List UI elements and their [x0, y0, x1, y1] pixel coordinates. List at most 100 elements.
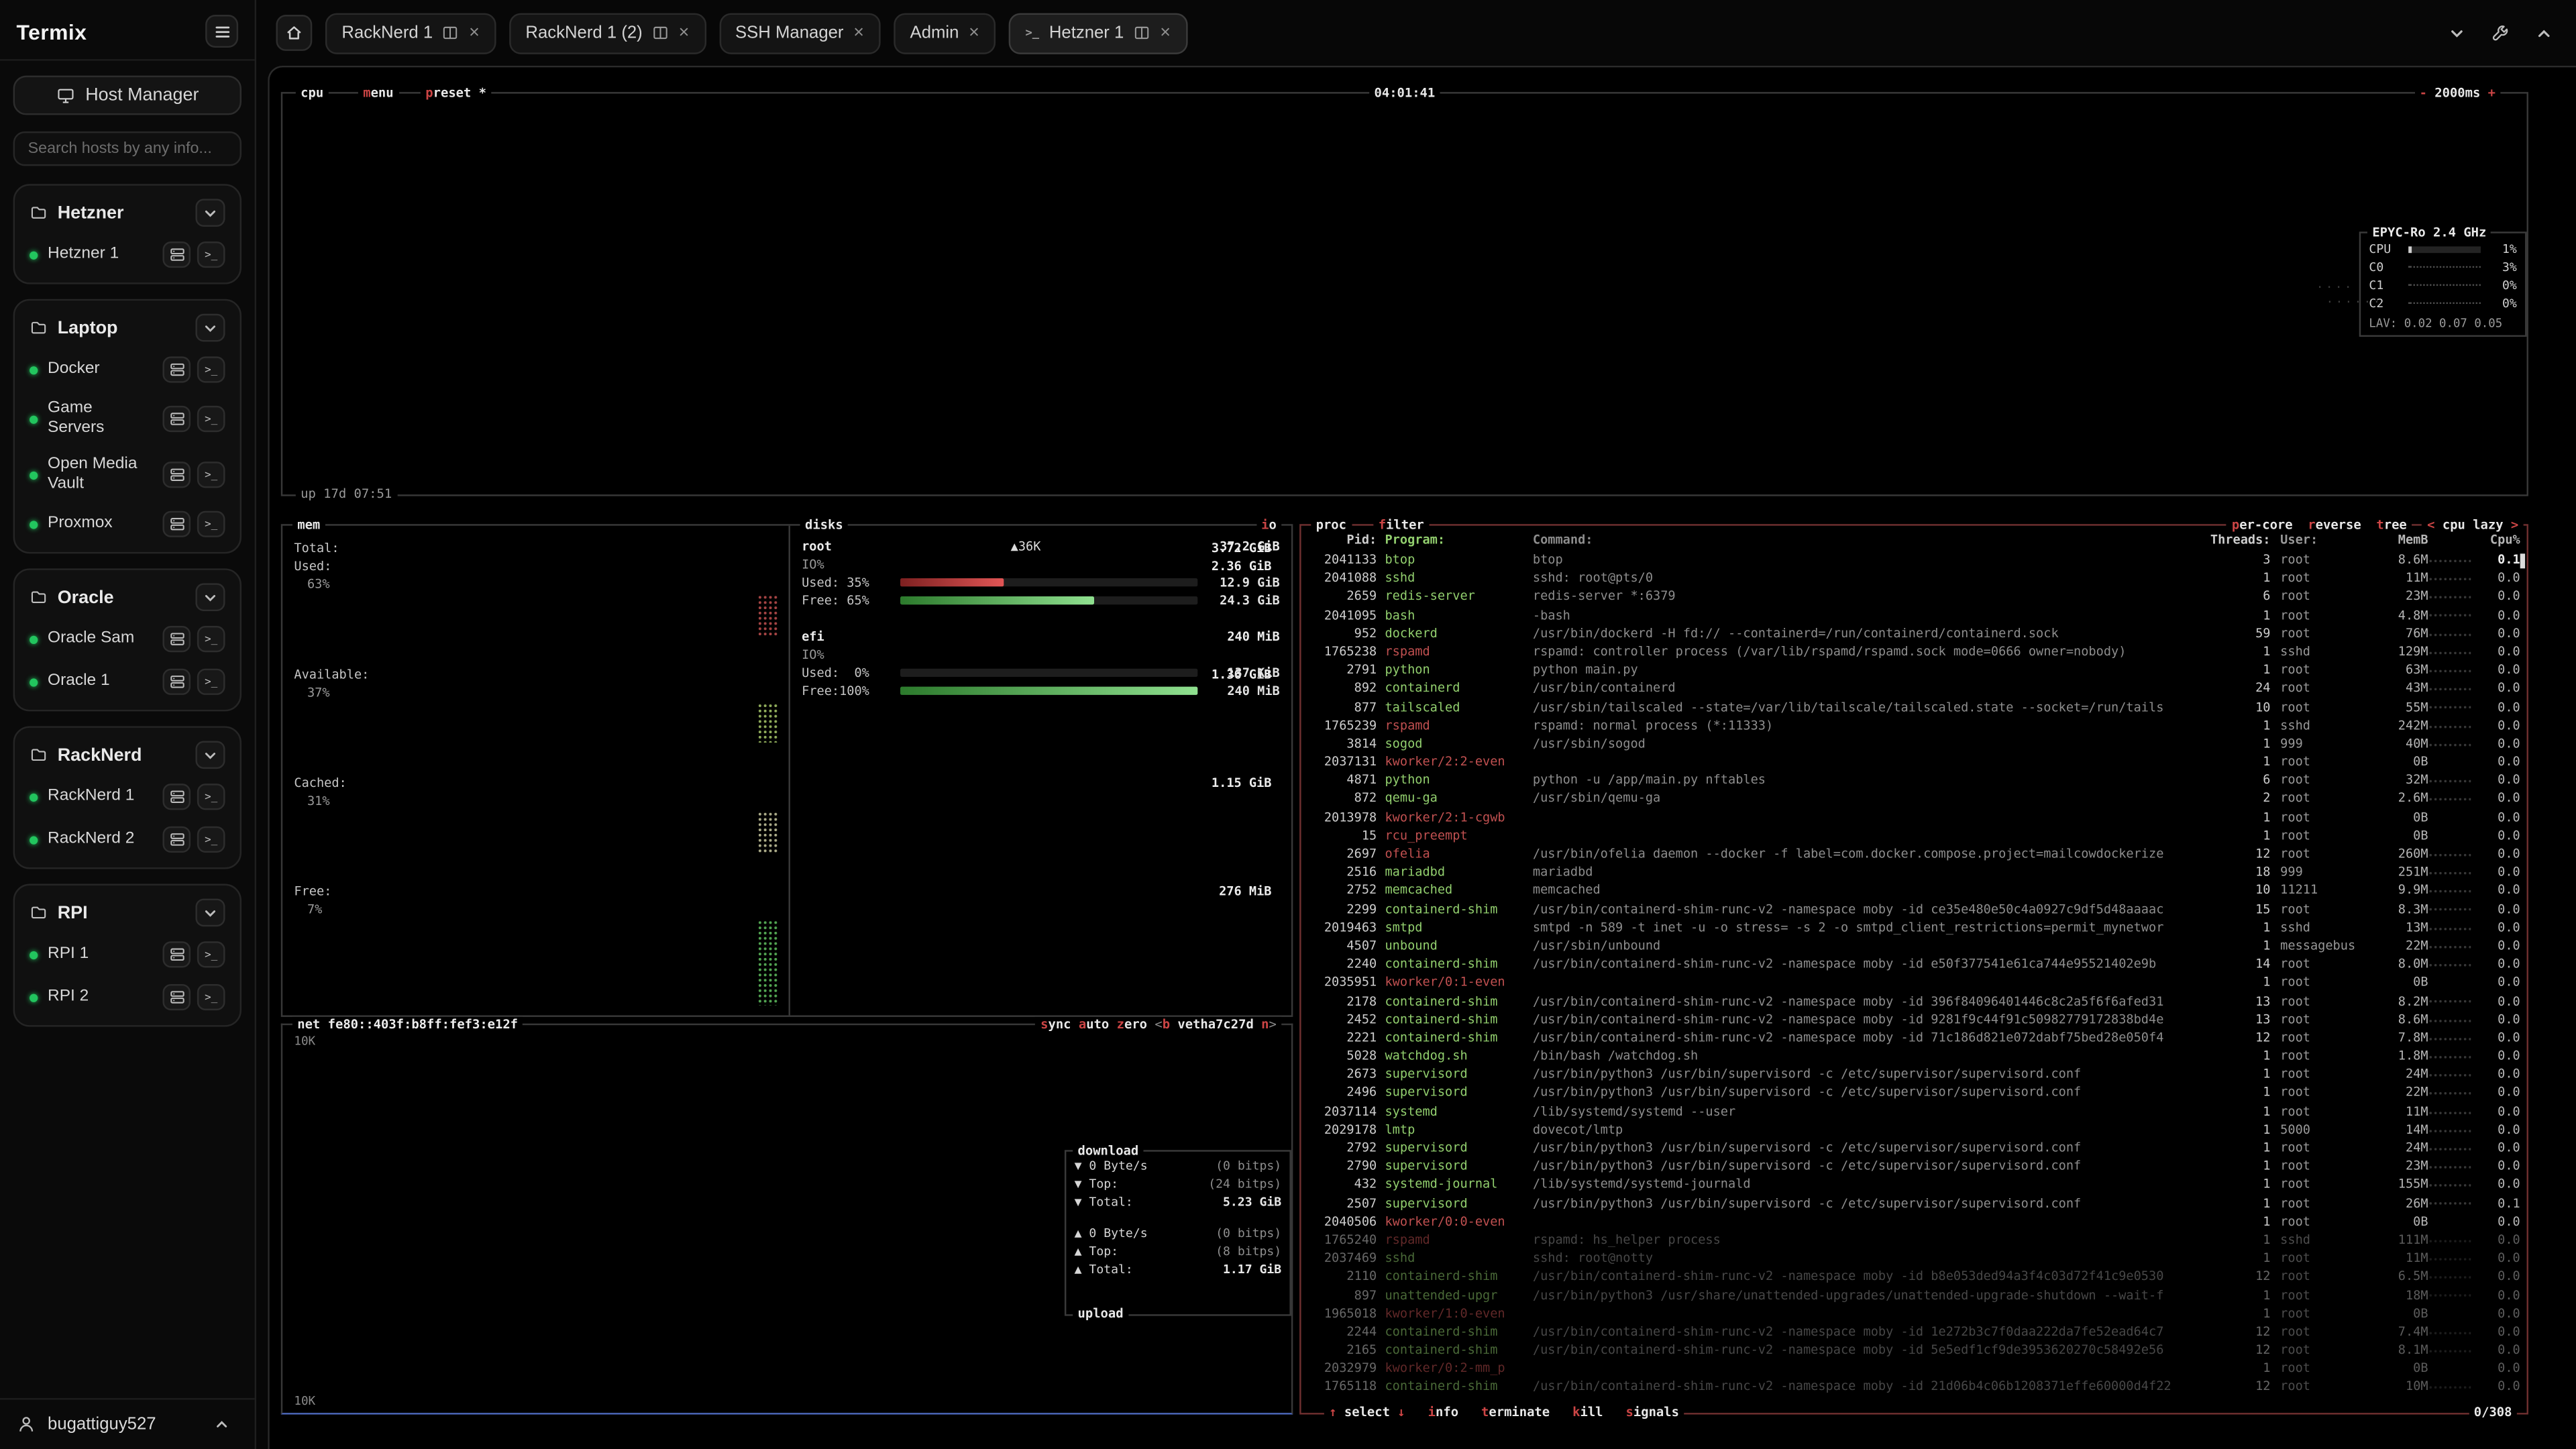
- process-row[interactable]: 2040506kworker/0:0-even1root0B0.0: [1307, 1212, 2520, 1230]
- tab-racknerd-1-2-[interactable]: RackNerd 1 (2)×: [509, 12, 706, 53]
- proc-col-header[interactable]: MemB: [2366, 531, 2428, 549]
- host-manager-button[interactable]: Host Manager: [13, 76, 241, 115]
- process-row[interactable]: 4871pythonpython -u /app/main.py nftable…: [1307, 771, 2520, 789]
- host-connect-button[interactable]: [162, 241, 191, 268]
- host-terminal-button[interactable]: >_: [197, 669, 225, 695]
- process-row[interactable]: 2041133btopbtop3root8.6M0.1: [1307, 550, 2520, 568]
- preset-button[interactable]: preset *: [421, 85, 491, 101]
- process-row[interactable]: 2244containerd-shim/usr/bin/containerd-s…: [1307, 1322, 2520, 1340]
- process-row[interactable]: 892containerd/usr/bin/containerd24root43…: [1307, 679, 2520, 697]
- proc-col-header[interactable]: Command:: [1533, 531, 2205, 549]
- process-row[interactable]: 2507supervisord/usr/bin/python3 /usr/bin…: [1307, 1193, 2520, 1212]
- host-connect-button[interactable]: [162, 784, 191, 810]
- split-icon[interactable]: [652, 25, 668, 41]
- group-collapse-button[interactable]: [195, 899, 225, 927]
- process-row[interactable]: 4507unbound/usr/sbin/unbound1messagebus2…: [1307, 936, 2520, 955]
- host-item[interactable]: RPI 2>_: [21, 976, 233, 1019]
- proc-col-header[interactable]: Cpu%: [2471, 531, 2520, 549]
- process-row[interactable]: 2752memcachedmemcached10112119.9M0.0: [1307, 881, 2520, 900]
- proc-col-header[interactable]: Pid:: [1307, 531, 1377, 549]
- host-terminal-button[interactable]: >_: [197, 356, 225, 382]
- process-row[interactable]: 2110containerd-shim/usr/bin/containerd-s…: [1307, 1267, 2520, 1285]
- host-terminal-button[interactable]: >_: [197, 826, 225, 853]
- host-item[interactable]: Oracle 1>_: [21, 660, 233, 703]
- io-mode-toggle[interactable]: io: [1256, 517, 1281, 533]
- process-row[interactable]: 2037469sshdsshd: root@notty1root11M0.0: [1307, 1249, 2520, 1267]
- host-terminal-button[interactable]: >_: [197, 462, 225, 488]
- host-item[interactable]: Open Media Vault>_: [21, 447, 233, 502]
- close-icon[interactable]: ×: [969, 24, 979, 42]
- host-connect-button[interactable]: [162, 511, 191, 537]
- process-row[interactable]: 2452containerd-shim/usr/bin/containerd-s…: [1307, 1010, 2520, 1028]
- proc-col-header[interactable]: Program:: [1385, 531, 1529, 549]
- sidebar-menu-button[interactable]: [205, 15, 238, 48]
- process-row[interactable]: 15rcu_preempt1root0B0.0: [1307, 826, 2520, 844]
- group-header[interactable]: RackNerd: [21, 735, 233, 775]
- process-row[interactable]: 2221containerd-shim/usr/bin/containerd-s…: [1307, 1028, 2520, 1046]
- home-button[interactable]: [276, 15, 312, 51]
- process-row[interactable]: 2029178lmtpdovecot/lmtp1500014M0.0: [1307, 1120, 2520, 1138]
- proc-footer-actions[interactable]: ↑ select ↓ info terminate kill signals: [1324, 1405, 1684, 1421]
- update-interval-control[interactable]: - 2000ms +: [2414, 85, 2500, 101]
- proc-col-header[interactable]: Threads:: [2205, 531, 2271, 549]
- tab-admin[interactable]: Admin×: [894, 12, 996, 53]
- proc-scrollbar-thumb[interactable]: [2520, 553, 2525, 568]
- tab-hetzner-1[interactable]: >_Hetzner 1×: [1009, 12, 1187, 53]
- proc-col-header[interactable]: [2428, 531, 2471, 549]
- process-row[interactable]: 952dockerd/usr/bin/dockerd -H fd:// --co…: [1307, 624, 2520, 642]
- process-row[interactable]: 877tailscaled/usr/sbin/tailscaled --stat…: [1307, 698, 2520, 716]
- process-row[interactable]: 2792supervisord/usr/bin/python3 /usr/bin…: [1307, 1138, 2520, 1157]
- host-connect-button[interactable]: [162, 669, 191, 695]
- process-row[interactable]: 2165containerd-shim/usr/bin/containerd-s…: [1307, 1341, 2520, 1359]
- process-row[interactable]: 2659redis-serverredis-server *:63796root…: [1307, 587, 2520, 605]
- process-row[interactable]: 432systemd-journal/lib/systemd/systemd-j…: [1307, 1175, 2520, 1193]
- process-row[interactable]: 5028watchdog.sh/bin/bash /watchdog.sh1ro…: [1307, 1046, 2520, 1065]
- tab-racknerd-1[interactable]: RackNerd 1×: [325, 12, 496, 53]
- host-connect-button[interactable]: [162, 826, 191, 853]
- process-row[interactable]: 2516mariadbdmariadbd18999251M0.0: [1307, 863, 2520, 881]
- group-collapse-button[interactable]: [195, 583, 225, 611]
- group-header[interactable]: Laptop: [21, 307, 233, 348]
- process-row[interactable]: 1765239rspamdrspamd: normal process (*:1…: [1307, 716, 2520, 734]
- host-item[interactable]: Docker>_: [21, 348, 233, 391]
- process-row[interactable]: 1765238rspamdrspamd: controller process …: [1307, 642, 2520, 660]
- host-connect-button[interactable]: [162, 984, 191, 1010]
- process-row[interactable]: 2019463smtpdsmtpd -n 589 -t inet -u -o s…: [1307, 918, 2520, 936]
- process-row[interactable]: 897unattended-upgr/usr/bin/python3 /usr/…: [1307, 1285, 2520, 1303]
- terminal-view[interactable]: cpu menu preset * 04:01:41 - 2000ms + ··…: [268, 66, 2576, 1449]
- process-row[interactable]: 2299containerd-shim/usr/bin/containerd-s…: [1307, 900, 2520, 918]
- close-icon[interactable]: ×: [469, 24, 480, 42]
- host-item[interactable]: Hetzner 1>_: [21, 233, 233, 276]
- process-row[interactable]: 2041088sshdsshd: root@pts/01root11M0.0: [1307, 569, 2520, 587]
- host-connect-button[interactable]: [162, 626, 191, 652]
- split-icon[interactable]: [1134, 25, 1150, 41]
- host-search-input[interactable]: [13, 131, 241, 166]
- process-row[interactable]: 2037131kworker/2:2-even1root0B0.0: [1307, 753, 2520, 771]
- host-connect-button[interactable]: [162, 406, 191, 432]
- tabbar-chevron-up-button[interactable]: [2532, 21, 2557, 46]
- host-item[interactable]: Proxmox>_: [21, 502, 233, 545]
- process-row[interactable]: 2791pythonpython main.py1root63M0.0: [1307, 661, 2520, 679]
- host-terminal-button[interactable]: >_: [197, 241, 225, 268]
- process-row[interactable]: 2673supervisord/usr/bin/python3 /usr/bin…: [1307, 1065, 2520, 1083]
- process-row[interactable]: 1765118containerd-shim/usr/bin/container…: [1307, 1377, 2520, 1393]
- process-row[interactable]: 2496supervisord/usr/bin/python3 /usr/bin…: [1307, 1083, 2520, 1102]
- host-item[interactable]: RackNerd 2>_: [21, 818, 233, 861]
- host-terminal-button[interactable]: >_: [197, 511, 225, 537]
- process-row[interactable]: 1765240rspamdrspamd: hs_helper process1s…: [1307, 1230, 2520, 1248]
- tabbar-chevron-down-button[interactable]: [2445, 21, 2469, 46]
- menu-button[interactable]: menu: [358, 85, 398, 101]
- process-row[interactable]: 872qemu-ga/usr/sbin/qemu-ga2root2.6M0.0: [1307, 790, 2520, 808]
- group-collapse-button[interactable]: [195, 741, 225, 769]
- host-terminal-button[interactable]: >_: [197, 406, 225, 432]
- host-terminal-button[interactable]: >_: [197, 784, 225, 810]
- host-connect-button[interactable]: [162, 356, 191, 382]
- process-row[interactable]: 2013978kworker/2:1-cgwb1root0B0.0: [1307, 808, 2520, 826]
- process-row[interactable]: 2790supervisord/usr/bin/python3 /usr/bin…: [1307, 1157, 2520, 1175]
- close-icon[interactable]: ×: [1160, 24, 1171, 42]
- tab-ssh-manager[interactable]: SSH Manager×: [719, 12, 881, 53]
- host-terminal-button[interactable]: >_: [197, 626, 225, 652]
- group-header[interactable]: Oracle: [21, 577, 233, 618]
- proc-col-header[interactable]: User:: [2280, 531, 2365, 549]
- host-item[interactable]: Game Servers>_: [21, 391, 233, 447]
